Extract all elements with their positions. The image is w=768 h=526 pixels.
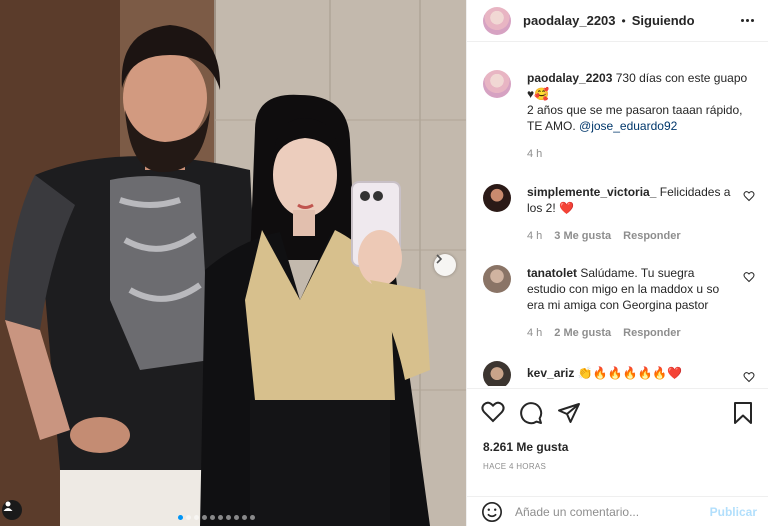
comment-likes[interactable]: 2 Me gusta [554, 325, 611, 341]
comment-likes[interactable]: 3 Me gusta [554, 228, 611, 244]
caption-text-line2: 2 años que se me pasaron taaan rápido, [527, 103, 743, 117]
publish-button[interactable]: Publicar [710, 505, 757, 519]
separator-dot: • [621, 13, 626, 28]
comment-emoji: 👏🔥🔥🔥🔥🔥❤️ [577, 366, 683, 380]
comment-input[interactable] [515, 504, 710, 519]
chevron-right-icon [436, 254, 443, 264]
comment-username[interactable]: tanatolet [527, 266, 577, 280]
heart-icon[interactable] [743, 271, 755, 283]
carousel-dot [250, 515, 255, 520]
comment-username[interactable]: simplemente_victoria_ [527, 185, 656, 199]
bookmark-icon [734, 402, 752, 424]
next-photo-button[interactable] [434, 254, 456, 276]
post-header: paodalay_2203 • Siguiendo [467, 0, 768, 42]
comment-text-line2: estudio con migo en la maddox u so [527, 282, 720, 296]
heart-icon [481, 401, 505, 423]
comment-text-line2: los 2! [527, 201, 556, 215]
comment-username[interactable]: kev_ariz [527, 366, 574, 380]
reply-button[interactable]: Responder [623, 228, 680, 244]
comment-text: Felicidades a [659, 185, 731, 199]
post-details-panel: paodalay_2203 • Siguiendo paodalay_2203 … [466, 0, 768, 526]
post-photo[interactable] [0, 0, 466, 526]
save-button[interactable] [732, 401, 754, 425]
photo-illustration [0, 0, 466, 526]
comment-button[interactable] [519, 401, 543, 425]
like-button[interactable] [481, 401, 505, 423]
carousel-dot [178, 515, 183, 520]
heart-icon[interactable] [743, 190, 755, 202]
caption-text-line3: TE AMO. [527, 119, 576, 133]
caption-mention-link[interactable]: @jose_eduardo92 [579, 119, 677, 133]
reply-button[interactable]: Responder [623, 325, 680, 341]
share-icon [558, 403, 580, 423]
comment-time[interactable]: 4 h [527, 325, 542, 341]
avatar[interactable] [483, 361, 511, 386]
comment-item: simplemente_victoria_ Felicidades a los … [483, 184, 765, 244]
carousel-dot [226, 515, 231, 520]
carousel-dot [186, 515, 191, 520]
add-comment-bar: Publicar [467, 496, 768, 526]
likes-count[interactable]: 8.261 Me gusta [483, 440, 568, 454]
carousel-dot [210, 515, 215, 520]
comment-icon [520, 402, 543, 425]
comment-text-line3: era mi amiga con Georgina pastor [527, 298, 709, 312]
avatar[interactable] [483, 70, 511, 98]
comment-item: kev_ariz 👏🔥🔥🔥🔥🔥❤️ [483, 361, 765, 386]
post-actions [467, 388, 768, 438]
comments-list[interactable]: paodalay_2203 730 días con este guapo ♥🥰… [467, 56, 768, 386]
heart-icon[interactable] [743, 371, 755, 383]
carousel-dot [194, 515, 199, 520]
share-button[interactable] [557, 401, 581, 425]
tag-user-icon[interactable] [2, 500, 22, 520]
comment-emoji: ❤️ [559, 201, 574, 215]
emoji-icon[interactable] [481, 501, 503, 523]
post-timestamp[interactable]: HACE 4 HORAS [483, 462, 546, 471]
carousel-dots [178, 515, 255, 520]
caption-time[interactable]: 4 h [527, 146, 542, 162]
comment-time[interactable]: 4 h [527, 228, 542, 244]
caption-emoji: ♥🥰 [527, 87, 550, 101]
post-author-username[interactable]: paodalay_2203 [523, 13, 616, 28]
comment-text: Salúdame. Tu suegra [580, 266, 695, 280]
carousel-dot [234, 515, 239, 520]
avatar[interactable] [483, 265, 511, 293]
more-icon[interactable] [741, 19, 754, 22]
avatar[interactable] [483, 184, 511, 212]
post-caption: paodalay_2203 730 días con este guapo ♥🥰… [483, 70, 765, 162]
comment-item: tanatolet Salúdame. Tu suegra estudio co… [483, 265, 765, 341]
carousel-dot [218, 515, 223, 520]
caption-username[interactable]: paodalay_2203 [527, 71, 612, 85]
carousel-dot [242, 515, 247, 520]
avatar[interactable] [483, 6, 511, 35]
carousel-dot [202, 515, 207, 520]
follow-status-button[interactable]: Siguiendo [632, 13, 695, 28]
caption-text: 730 días con este guapo [615, 71, 748, 85]
